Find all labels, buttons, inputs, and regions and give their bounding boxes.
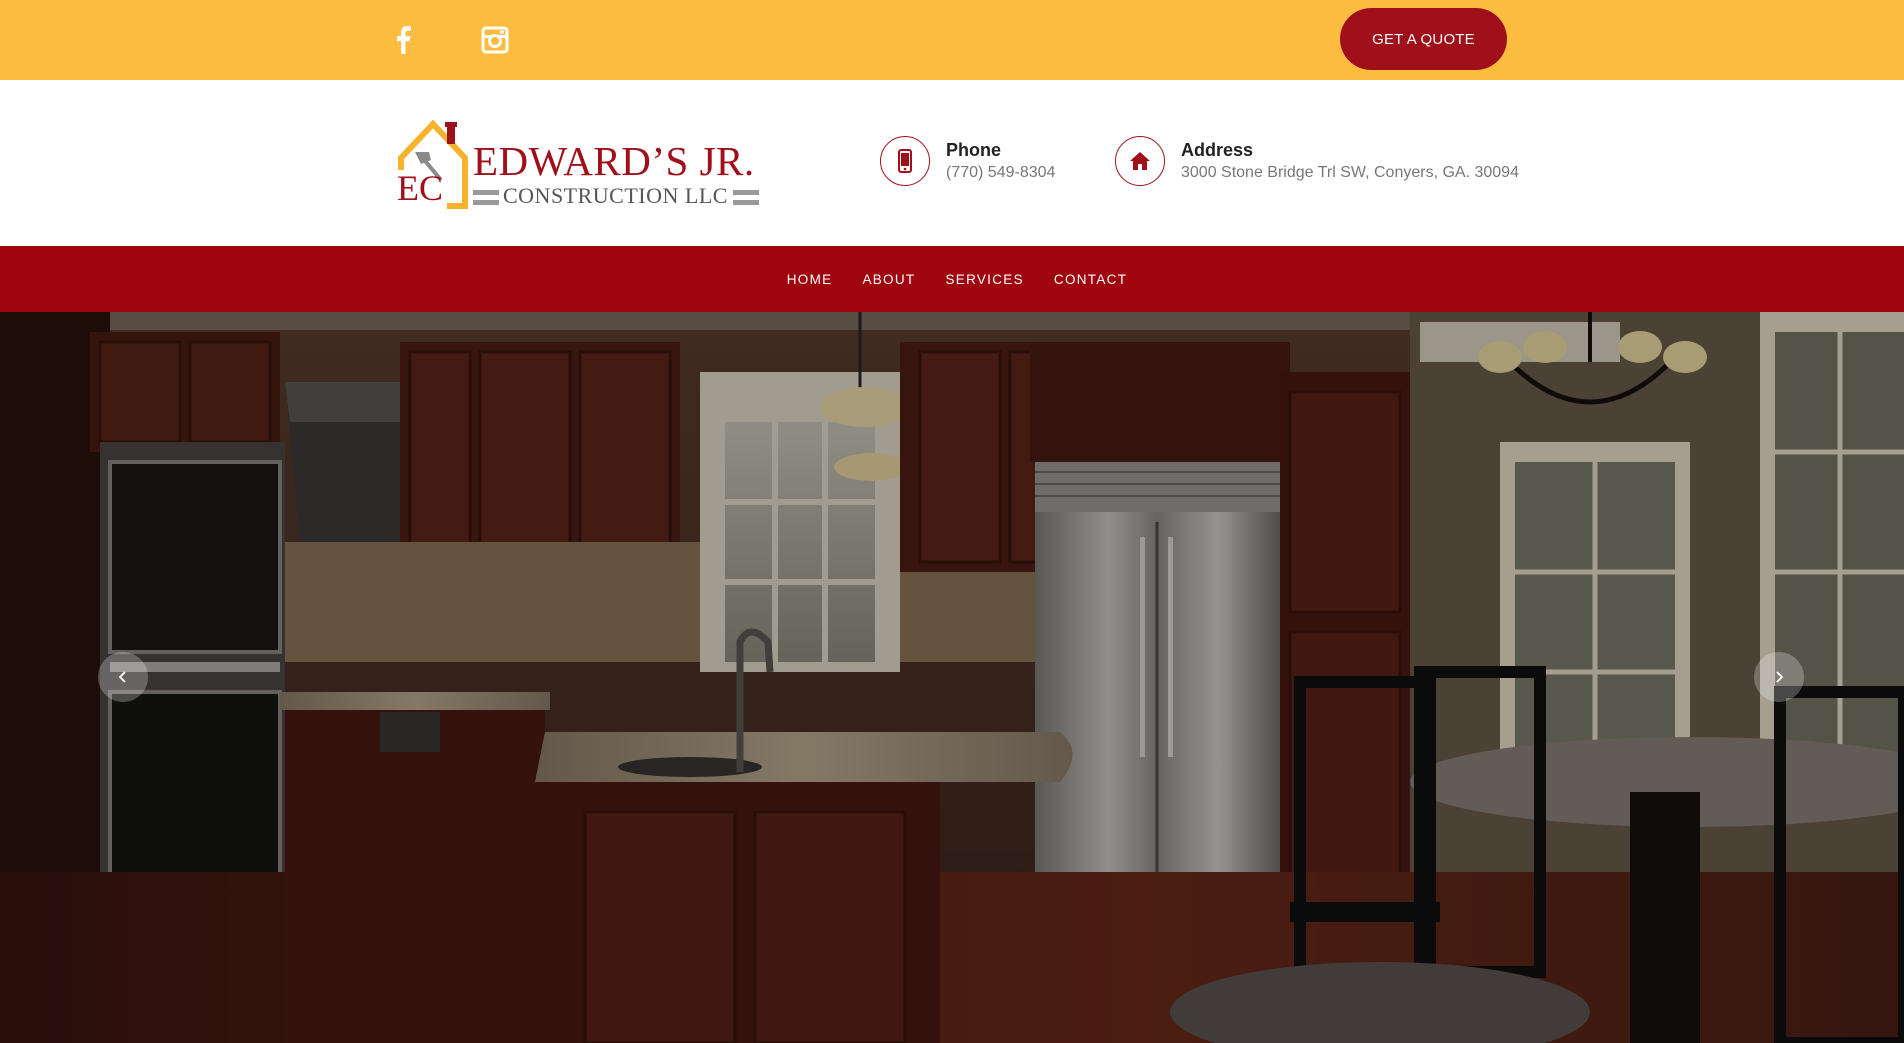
chevron-right-icon bbox=[1776, 671, 1784, 683]
mobile-phone-icon bbox=[898, 149, 912, 173]
instagram-icon bbox=[481, 26, 509, 54]
top-bar: GET A QUOTE bbox=[0, 0, 1904, 80]
hero-slider bbox=[0, 312, 1904, 1043]
phone-icon-circle bbox=[880, 136, 930, 186]
logo-bar-right bbox=[733, 190, 759, 195]
logo-bar-left-2 bbox=[473, 200, 499, 205]
main-navigation: HOME ABOUT SERVICES CONTACT bbox=[0, 246, 1904, 312]
address-value: 3000 Stone Bridge Trl SW, Conyers, GA. 3… bbox=[1181, 164, 1519, 181]
logo-initials: EC bbox=[397, 168, 444, 208]
facebook-link[interactable] bbox=[383, 20, 423, 60]
logo-company-subtitle: CONSTRUCTION LLC bbox=[503, 183, 728, 208]
instagram-link[interactable] bbox=[475, 20, 515, 60]
nav-item-about[interactable]: ABOUT bbox=[862, 272, 915, 287]
site-header: EC EDWARD’S JR. CONSTRUCTION LLC Phone (… bbox=[0, 80, 1904, 246]
slider-next-button[interactable] bbox=[1754, 652, 1804, 702]
phone-number[interactable]: (770) 549-8304 bbox=[946, 162, 1055, 184]
nav-item-home[interactable]: HOME bbox=[787, 272, 833, 287]
address-title: Address bbox=[1181, 140, 1254, 160]
facebook-icon bbox=[397, 26, 411, 54]
logo-bar-left bbox=[473, 190, 499, 195]
hero-dark-overlay bbox=[0, 312, 1904, 1043]
company-logo[interactable]: EC EDWARD’S JR. CONSTRUCTION LLC bbox=[395, 116, 760, 212]
nav-item-contact[interactable]: CONTACT bbox=[1054, 272, 1127, 287]
phone-info: Phone (770) 549-8304 bbox=[880, 136, 1055, 186]
logo-company-name: EDWARD’S JR. bbox=[473, 138, 755, 184]
nav-item-services[interactable]: SERVICES bbox=[945, 272, 1023, 287]
get-a-quote-button[interactable]: GET A QUOTE bbox=[1340, 8, 1507, 70]
slider-prev-button[interactable] bbox=[98, 652, 148, 702]
address-icon-circle bbox=[1115, 136, 1165, 186]
phone-title: Phone bbox=[946, 140, 1002, 160]
logo-bar-right-2 bbox=[733, 200, 759, 205]
home-icon bbox=[1130, 152, 1150, 170]
chevron-left-icon bbox=[118, 671, 126, 683]
address-info: Address 3000 Stone Bridge Trl SW, Conyer… bbox=[1115, 136, 1519, 186]
